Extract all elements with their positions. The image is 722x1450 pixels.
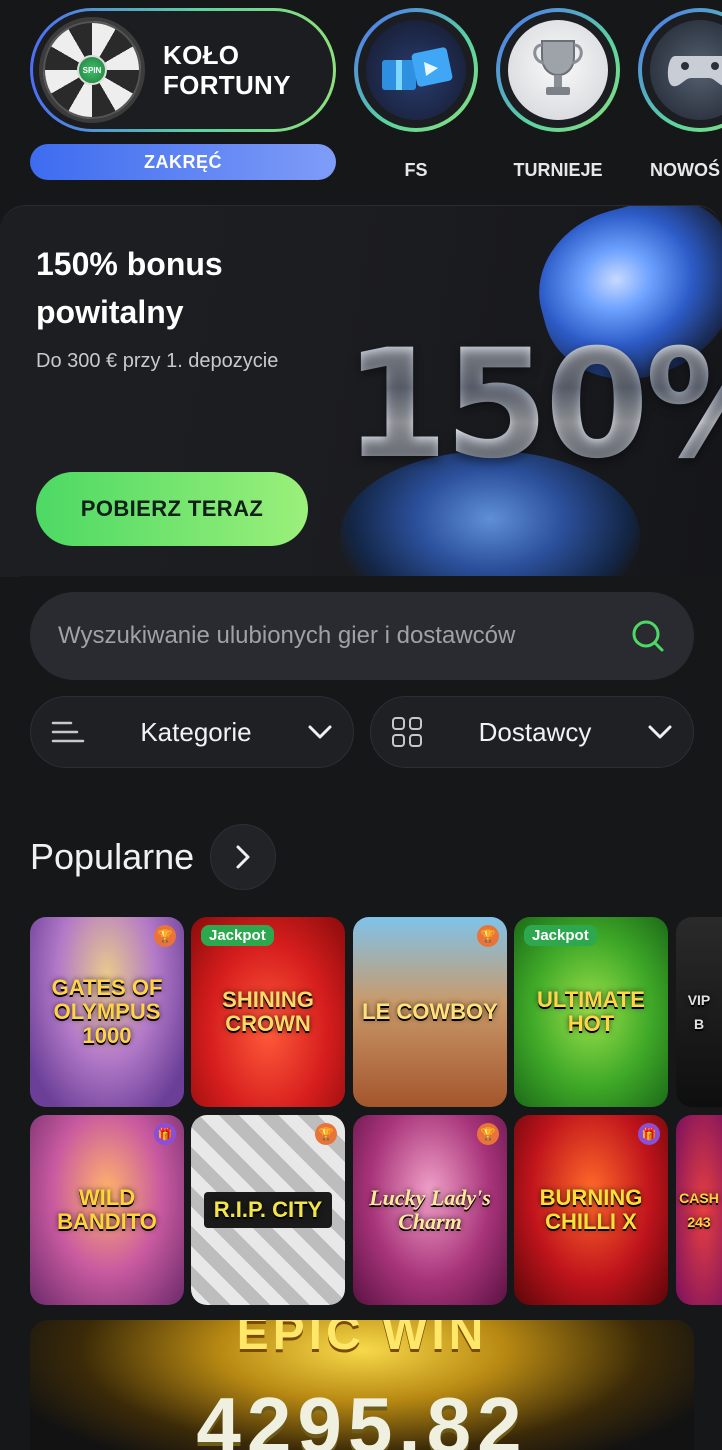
story-fs[interactable]: FS	[354, 8, 478, 180]
game-title: CASH 243	[679, 1190, 719, 1230]
game-title: ULTIMATE HOT	[537, 987, 645, 1036]
story-label-fs: FS	[404, 160, 428, 180]
spin-button[interactable]: ZAKRĘĆ	[30, 144, 336, 180]
game-tile[interactable]: 🎁 BURNING CHILLI X	[514, 1115, 668, 1305]
jackpot-badge: Jackpot	[201, 925, 274, 946]
trophy-icon: 🏆	[154, 925, 176, 947]
providers-dropdown[interactable]: Dostawcy	[370, 696, 694, 768]
gamepad-icon	[650, 20, 722, 120]
wheel-hub: SPIN	[77, 55, 107, 85]
game-title: GATES OF OLYMPUS 1000	[51, 975, 163, 1048]
providers-label: Dostawcy	[478, 716, 592, 747]
game-tile[interactable]: Jackpot SHINING CROWN	[191, 917, 345, 1107]
bonus-percent-art: 150%	[344, 318, 722, 492]
categories-dropdown[interactable]: Kategorie	[30, 696, 354, 768]
game-tile[interactable]: 🏆 GATES OF OLYMPUS 1000	[30, 917, 184, 1107]
story-new[interactable]: NOWOŚ	[638, 8, 722, 180]
chevron-down-icon	[648, 725, 672, 739]
game-tile[interactable]: CASH 243	[676, 1115, 722, 1305]
gift-icon: 🎁	[638, 1123, 660, 1145]
game-title: SHINING CROWN	[222, 987, 314, 1036]
trophy-icon: 🏆	[477, 925, 499, 947]
grid-icon	[392, 717, 422, 747]
stories-bar: SPIN KOŁO FORTUNY ZAKRĘĆ FS TURNIEJE NOW…	[0, 0, 722, 195]
categories-label: Kategorie	[140, 716, 252, 747]
menu-lines-icon	[51, 721, 85, 743]
fortune-wheel-icon: SPIN	[39, 17, 145, 123]
gift-icon: 🎁	[154, 1123, 176, 1145]
game-tile[interactable]: 🏆 LE COWBOY	[353, 917, 507, 1107]
popular-section-header: Popularne	[30, 824, 277, 890]
game-title: BURNING CHILLI X	[539, 1185, 643, 1234]
gift-box-icon	[366, 20, 466, 120]
wheel-title-line1: KOŁO	[163, 40, 240, 70]
popular-title: Popularne	[30, 836, 195, 877]
game-tile[interactable]: Jackpot ULTIMATE HOT	[514, 917, 668, 1107]
story-label-new: NOWOŚ	[650, 160, 720, 180]
trophy-icon: 🏆	[315, 1123, 337, 1145]
games-panel: Wyszukiwanie ulubionych gier i dostawców…	[0, 576, 722, 1450]
jackpot-badge: Jackpot	[524, 925, 597, 946]
promo-title: 150% bonus powitalny	[36, 246, 223, 330]
promo-subtitle: Do 300 € przy 1. depozycie	[36, 350, 279, 372]
game-title: VIP B	[687, 992, 711, 1032]
story-tournaments[interactable]: TURNIEJE	[496, 8, 620, 180]
game-title: Lucky Lady's Charm	[369, 1185, 491, 1234]
claim-bonus-button[interactable]: POBIERZ TERAZ	[36, 472, 308, 546]
search-icon[interactable]	[630, 618, 666, 654]
game-tile[interactable]: VIP B	[676, 917, 722, 1107]
popular-see-all-button[interactable]	[210, 824, 277, 890]
trophy-icon	[508, 20, 608, 120]
search-placeholder: Wyszukiwanie ulubionych gier i dostawców	[58, 622, 516, 649]
chevron-down-icon	[308, 725, 332, 739]
trophy-icon: 🏆	[477, 1123, 499, 1145]
chevron-right-icon	[236, 845, 250, 869]
story-label-tournaments: TURNIEJE	[513, 160, 603, 180]
epic-win-title: EPIC WIN	[236, 1320, 488, 1360]
wheel-of-fortune-card[interactable]: SPIN KOŁO FORTUNY	[30, 8, 336, 132]
game-title: LE COWBOY	[362, 999, 498, 1024]
game-title: WILD BANDITO	[57, 1185, 157, 1234]
wheel-title: KOŁO FORTUNY	[163, 40, 291, 100]
epic-win-amount: 4295.82	[196, 1381, 528, 1450]
epic-win-banner[interactable]: EPIC WIN 4295.82	[30, 1320, 694, 1450]
game-tile[interactable]: 🏆 R.I.P. CITY	[191, 1115, 345, 1305]
wheel-title-line2: FORTUNY	[163, 70, 291, 100]
game-tile[interactable]: 🏆 Lucky Lady's Charm	[353, 1115, 507, 1305]
game-tile[interactable]: 🎁 WILD BANDITO	[30, 1115, 184, 1305]
welcome-bonus-banner[interactable]: 150% 150% bonus powitalny Do 300 € przy …	[0, 205, 722, 577]
search-input[interactable]: Wyszukiwanie ulubionych gier i dostawców	[30, 592, 694, 680]
game-title: R.I.P. CITY	[203, 1192, 333, 1228]
